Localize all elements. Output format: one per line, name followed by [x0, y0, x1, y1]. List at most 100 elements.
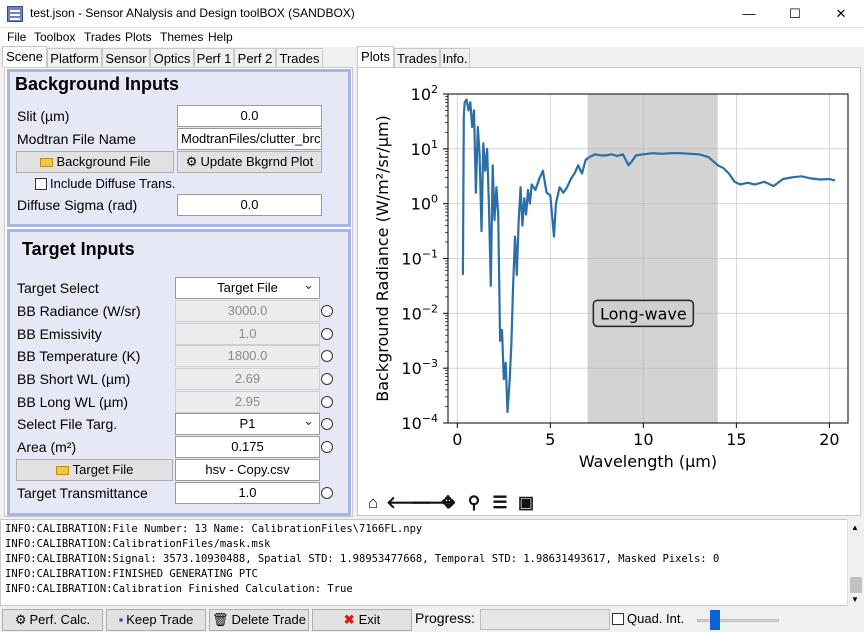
target-transmittance-radio[interactable] [321, 487, 333, 499]
y-axis-ticks: 102 101 100 10−1 10−2 10−3 10−4 [401, 83, 448, 433]
bb-emissivity-input[interactable]: 1.0 [175, 323, 320, 345]
area-label: Area (m²) [17, 439, 77, 455]
background-inputs-title: Background Inputs [15, 74, 180, 94]
tab-info[interactable]: Info. [440, 48, 470, 68]
y-tick-label: 10−3 [401, 357, 438, 378]
app-icon [7, 6, 23, 22]
menu-toolbox[interactable]: Toolbox [34, 30, 75, 44]
scroll-thumb[interactable] [850, 577, 862, 593]
bb-emissivity-radio[interactable] [321, 328, 333, 340]
radiance-chart: 0 5 10 15 20 102 101 100 10−1 10−2 10−3 10−4 Long-… [373, 83, 849, 471]
modtran-file-input[interactable]: ModtranFiles/clutter_brc [177, 128, 322, 150]
select-file-targ-label: Select File Targ. [17, 416, 118, 432]
tab-perf1[interactable]: Perf 1 [194, 48, 234, 68]
slider-thumb[interactable] [710, 610, 720, 630]
keep-trade-button[interactable]: ▪ Keep Trade [106, 609, 206, 631]
background-file-button[interactable]: Background File [16, 151, 174, 173]
log-line: INFO:CALIBRATION:FINISHED GENERATING PTC [5, 568, 258, 580]
menu-plots[interactable]: Plots [125, 30, 152, 44]
forward-arrow-icon[interactable]: 🡒 [411, 490, 457, 516]
x-tick-label: 20 [819, 430, 839, 449]
y-tick-label: 102 [411, 83, 438, 104]
bb-short-wl-radio[interactable] [321, 373, 333, 385]
tab-trades[interactable]: Trades [276, 48, 323, 68]
progress-bar [480, 609, 610, 630]
exit-x-icon: ✖ [343, 612, 355, 627]
perf-calc-button[interactable]: ⚙ Perf. Calc. [2, 609, 103, 631]
quad-int-checkbox[interactable] [612, 613, 624, 625]
select-file-targ-dropdown[interactable]: P1 [175, 413, 320, 435]
y-tick-label: 10−1 [401, 248, 438, 269]
update-bkgrnd-plot-button[interactable]: ⚙ Update Bkgrnd Plot [177, 151, 322, 173]
menu-bar: File Toolbox Trades Plots Themes Help [0, 28, 864, 47]
long-wave-annotation: Long-wave [592, 299, 695, 328]
include-diffuse-checkbox[interactable] [35, 178, 47, 190]
plots-panel: 0 5 10 15 20 102 101 100 10−1 10−2 10−3 10−4 Long-… [357, 67, 861, 516]
bb-radiance-input[interactable]: 3000.0 [175, 300, 320, 322]
include-diffuse-label: Include Diffuse Trans. [50, 176, 176, 191]
menu-themes[interactable]: Themes [160, 30, 203, 44]
area-input[interactable]: 0.175 [175, 436, 320, 458]
target-select-label: Target Select [17, 280, 99, 296]
scroll-down-icon[interactable]: ▼ [851, 595, 859, 604]
diffuse-sigma-input[interactable]: 0.0 [177, 194, 322, 216]
log-scrollbar[interactable]: ▲ ▼ [847, 519, 864, 606]
menu-trades[interactable]: Trades [84, 30, 121, 44]
bb-short-wl-label: BB Short WL (µm) [17, 371, 131, 387]
tab-perf2[interactable]: Perf 2 [234, 48, 276, 68]
log-output[interactable]: INFO:CALIBRATION:File Number: 13 Name: C… [0, 519, 864, 606]
slit-label: Slit (µm) [17, 108, 70, 124]
x-tick-label: 15 [726, 430, 746, 449]
tab-right-trades[interactable]: Trades [394, 48, 440, 68]
area-radio[interactable] [321, 441, 333, 453]
bb-short-wl-input[interactable]: 2.69 [175, 368, 320, 390]
log-line: INFO:CALIBRATION:Calibration Finished Ca… [5, 583, 353, 595]
minimize-button[interactable]: — [726, 0, 772, 28]
x-axis-label: Wavelength (µm) [579, 452, 717, 471]
tab-sensor[interactable]: Sensor [102, 48, 150, 68]
bb-long-wl-input[interactable]: 2.95 [175, 391, 320, 413]
zoom-icon[interactable]: ⚲ [462, 490, 486, 516]
tab-optics[interactable]: Optics [150, 48, 194, 68]
tab-plots[interactable]: Plots [357, 46, 394, 68]
maximize-button[interactable]: ☐ [772, 0, 818, 28]
gear-icon: ⚙ [14, 612, 27, 627]
bb-emissivity-label: BB Emissivity [17, 326, 102, 342]
pan-icon[interactable]: ✥ [436, 490, 460, 516]
target-file-button[interactable]: Target File [16, 459, 173, 481]
folder-icon [39, 158, 53, 167]
target-select-dropdown[interactable]: Target File [175, 277, 320, 299]
annotation-text: Long-wave [600, 304, 687, 323]
bb-long-wl-label: BB Long WL (µm) [17, 394, 129, 410]
y-axis-label: Background Radiance (W/m²/sr/µm) [373, 115, 392, 402]
bb-temperature-radio[interactable] [321, 350, 333, 362]
bb-temperature-input[interactable]: 1800.0 [175, 345, 320, 367]
select-file-targ-radio[interactable] [321, 418, 333, 430]
bb-radiance-radio[interactable] [321, 305, 333, 317]
save-icon: ▪ [118, 612, 124, 627]
slit-input[interactable]: 0.0 [177, 105, 322, 127]
bb-radiance-label: BB Radiance (W/sr) [17, 303, 141, 319]
y-tick-label: 10−2 [401, 302, 438, 323]
scroll-up-icon[interactable]: ▲ [851, 523, 859, 532]
configure-subplots-icon[interactable]: ☰ [488, 490, 512, 516]
home-icon[interactable]: ⌂ [361, 490, 385, 516]
x-axis-ticks: 0 5 10 15 20 [452, 423, 840, 449]
back-arrow-icon[interactable]: 🡐 [386, 490, 432, 516]
menu-file[interactable]: File [7, 30, 26, 44]
bb-long-wl-radio[interactable] [321, 396, 333, 408]
exit-button[interactable]: ✖ Exit [312, 609, 412, 631]
target-transmittance-input[interactable]: 1.0 [175, 482, 320, 504]
log-line: INFO:CALIBRATION:Signal: 3573.10930488, … [5, 553, 720, 565]
close-button[interactable]: ✕ [818, 0, 864, 28]
save-icon[interactable]: ▣ [514, 490, 538, 516]
target-transmittance-label: Target Transmittance [17, 485, 148, 501]
x-tick-label: 0 [452, 430, 462, 449]
modtran-file-label: Modtran File Name [17, 131, 137, 147]
delete-trade-button[interactable]: 🗑 Delete Trade [209, 609, 309, 631]
tab-scene[interactable]: Scene [2, 46, 47, 68]
tab-platform[interactable]: Platform [47, 48, 102, 68]
diffuse-sigma-label: Diffuse Sigma (rad) [17, 197, 138, 213]
target-file-input[interactable]: hsv - Copy.csv [175, 459, 320, 481]
menu-help[interactable]: Help [208, 30, 233, 44]
